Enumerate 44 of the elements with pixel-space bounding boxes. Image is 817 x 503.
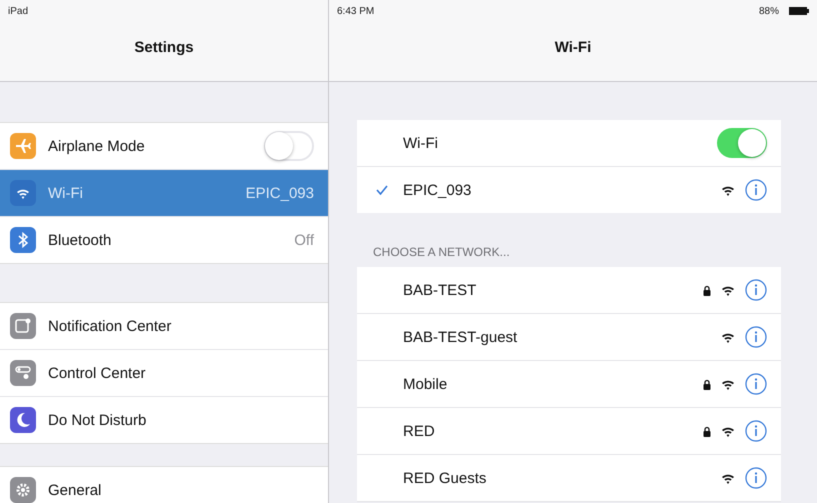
battery-icon <box>789 7 809 15</box>
section-header: CHOOSE A NETWORK... <box>373 245 510 259</box>
network-name[interactable]: BAB-TEST-guest <box>403 328 711 346</box>
network-row[interactable]: BAB-TEST <box>357 267 781 314</box>
wifi-label: Wi-Fi <box>403 134 439 152</box>
notifications-icon <box>15 318 31 334</box>
wifi-icon <box>721 332 735 342</box>
clock: 6:43 PM <box>337 6 374 16</box>
wifi-icon <box>721 378 735 390</box>
info-icon[interactable] <box>745 179 767 201</box>
info-icon[interactable] <box>745 467 767 489</box>
page-title: Wi-Fi <box>554 39 592 56</box>
toggle-switch[interactable] <box>264 131 314 161</box>
network-row[interactable]: RED Guests <box>357 455 781 502</box>
wifi-icon <box>16 188 30 198</box>
airplane-icon <box>15 138 31 154</box>
moon-icon <box>15 412 31 428</box>
toggle-switch[interactable] <box>717 128 767 158</box>
wifi-icon <box>721 184 735 196</box>
network-row[interactable]: BAB-TEST-guest <box>357 314 781 361</box>
sidebar-title: Settings <box>134 39 194 56</box>
battery-percent: 88% <box>758 6 779 16</box>
network-row[interactable]: EPIC_093 <box>357 167 781 213</box>
info-icon[interactable] <box>745 279 767 301</box>
gear-icon <box>15 482 31 498</box>
network-name[interactable]: RED Guests <box>403 470 711 486</box>
wifi-icon <box>721 472 735 484</box>
info-icon[interactable] <box>745 326 767 348</box>
sliders-icon <box>15 365 31 381</box>
network-name[interactable]: EPIC_093 <box>403 182 711 198</box>
lock-icon <box>703 378 711 390</box>
network-row[interactable]: Mobile <box>357 361 781 408</box>
lock-icon <box>703 426 711 436</box>
network-name[interactable]: Mobile <box>403 376 693 392</box>
network-name[interactable]: RED <box>403 422 693 440</box>
info-icon[interactable] <box>745 420 767 442</box>
info-icon[interactable] <box>745 373 767 395</box>
bluetooth-icon <box>17 232 29 248</box>
network-name[interactable]: BAB-TEST <box>403 282 693 298</box>
wifi-icon <box>721 284 735 296</box>
lock-icon <box>703 284 711 296</box>
network-row[interactable]: RED <box>357 408 781 455</box>
device-name: iPad <box>8 6 28 16</box>
wifi-icon <box>721 426 735 436</box>
